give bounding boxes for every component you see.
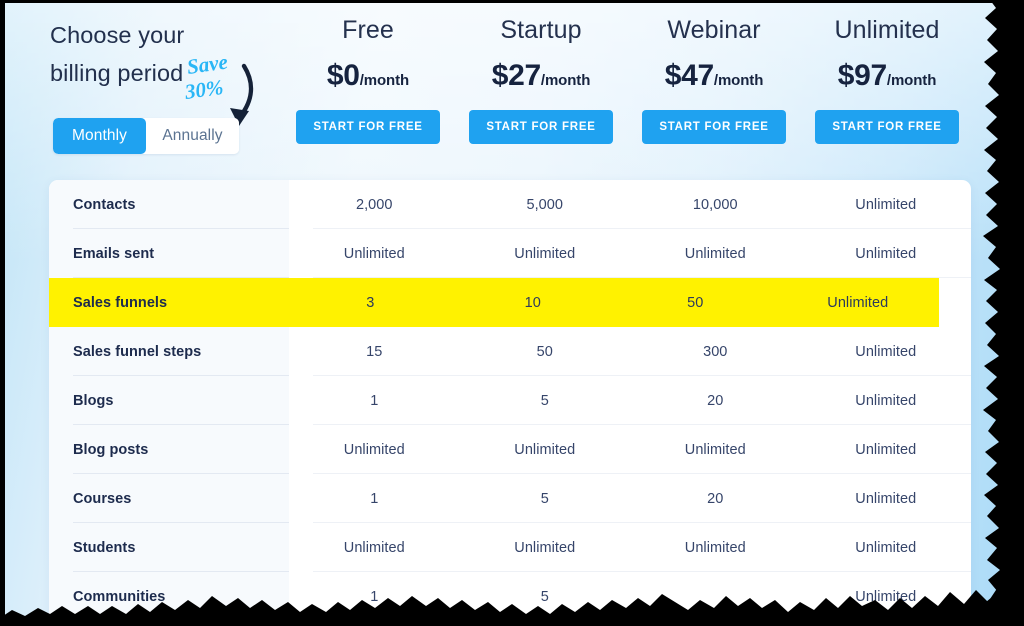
- feature-value-webinar: 300: [703, 343, 728, 360]
- feature-label: Blog posts: [73, 441, 149, 458]
- plan-name: Startup: [500, 16, 582, 44]
- feature-label: Communities: [73, 588, 166, 605]
- feature-value-unlimited: Unlimited: [855, 588, 917, 605]
- table-row: Blogs 1 5 20 Unlimited: [49, 376, 971, 425]
- feature-value-webinar: 20: [707, 392, 724, 409]
- page-title: Choose your billing period: [50, 16, 280, 92]
- table-row: Emails sent Unlimited Unlimited Unlimite…: [49, 229, 971, 278]
- feature-value-free: 1: [370, 588, 379, 605]
- pricing-header: Choose your billing period Save 30% Mont…: [4, 0, 1018, 180]
- table-row: Sales funnel steps 15 50 300 Unlimited: [49, 327, 971, 376]
- feature-label: Courses: [73, 490, 132, 507]
- feature-value-startup: Unlimited: [514, 441, 576, 458]
- plan-column-free: Free $0/month START FOR FREE: [280, 0, 456, 144]
- feature-value-startup: 5,000: [526, 196, 564, 213]
- feature-label: Emails sent: [73, 245, 155, 262]
- feature-value-startup: 5: [540, 490, 549, 507]
- plan-price-period: /month: [359, 72, 410, 89]
- plan-column-unlimited: Unlimited $97/month START FOR FREE: [799, 0, 975, 144]
- plan-price-amount: $47: [664, 59, 714, 92]
- feature-value-startup: 10: [524, 294, 541, 311]
- feature-value-webinar: 10,000: [692, 196, 738, 213]
- feature-value-free: Unlimited: [343, 539, 405, 556]
- feature-value-unlimited: Unlimited: [855, 392, 917, 409]
- page-title-line2: billing period: [50, 60, 184, 86]
- start-for-free-button[interactable]: START FOR FREE: [642, 110, 786, 144]
- feature-value-webinar: Unlimited: [684, 441, 746, 458]
- feature-value-unlimited: Unlimited: [855, 196, 917, 213]
- feature-value-startup: 50: [536, 343, 553, 360]
- toggle-option-annually[interactable]: Annually: [146, 118, 239, 154]
- feature-value-free: 2,000: [355, 196, 393, 213]
- plan-price: $47/month: [626, 59, 802, 93]
- feature-value-unlimited: Unlimited: [855, 490, 917, 507]
- plan-name: Webinar: [667, 16, 761, 44]
- plan-price-amount: $97: [837, 59, 887, 92]
- page-title-line1: Choose your: [50, 22, 185, 48]
- feature-value-free: Unlimited: [343, 245, 405, 262]
- table-row: Students Unlimited Unlimited Unlimited U…: [49, 523, 971, 572]
- feature-value-webinar: Unlimited: [684, 539, 746, 556]
- table-row: Courses 1 5 20 Unlimited: [49, 474, 971, 523]
- feature-label: Students: [73, 539, 136, 556]
- feature-value-free: 1: [370, 490, 379, 507]
- feature-value-free: 15: [366, 343, 383, 360]
- feature-label: Sales funnel steps: [73, 343, 202, 360]
- plan-price-amount: $27: [491, 59, 541, 92]
- feature-comparison-table: Contacts 2,000 5,000 10,000 Unlimited Em…: [49, 180, 971, 626]
- plan-price-period: /month: [713, 72, 764, 89]
- feature-value-unlimited: Unlimited: [855, 539, 917, 556]
- feature-value-free: 3: [366, 294, 375, 311]
- plan-column-webinar: Webinar $47/month START FOR FREE: [626, 0, 802, 144]
- toggle-option-monthly[interactable]: Monthly: [53, 118, 146, 154]
- feature-value-startup: Unlimited: [514, 245, 576, 262]
- feature-value-startup: 5: [540, 392, 549, 409]
- feature-value-webinar: 50: [687, 294, 704, 311]
- start-for-free-button[interactable]: START FOR FREE: [296, 110, 440, 144]
- feature-value-startup: Unlimited: [514, 539, 576, 556]
- plan-price-period: /month: [540, 72, 591, 89]
- plan-price: $97/month: [799, 59, 975, 93]
- plan-price-period: /month: [886, 72, 937, 89]
- plan-name: Unlimited: [834, 16, 940, 44]
- table-row: Blog posts Unlimited Unlimited Unlimited…: [49, 425, 971, 474]
- feature-value-free: 1: [370, 392, 379, 409]
- plan-column-startup: Startup $27/month START FOR FREE: [453, 0, 629, 144]
- plan-price: $0/month: [280, 59, 456, 93]
- table-row: Communities 1 5 Unlimited: [49, 572, 971, 621]
- feature-value-webinar: Unlimited: [684, 245, 746, 262]
- feature-value-free: Unlimited: [343, 441, 405, 458]
- feature-value-startup: 5: [540, 588, 549, 605]
- plan-name: Free: [342, 16, 394, 44]
- plan-price: $27/month: [453, 59, 629, 93]
- feature-label: Contacts: [73, 196, 136, 213]
- feature-value-webinar: 20: [707, 490, 724, 507]
- feature-label: Sales funnels: [73, 294, 168, 311]
- table-row-highlighted: Sales funnels 3 10 50 Unlimited: [49, 278, 939, 327]
- feature-value-unlimited: Unlimited: [855, 441, 917, 458]
- start-for-free-button[interactable]: START FOR FREE: [469, 110, 613, 144]
- plan-price-amount: $0: [326, 59, 360, 92]
- feature-value-unlimited: Unlimited: [827, 294, 889, 311]
- feature-label: Blogs: [73, 392, 114, 409]
- feature-value-unlimited: Unlimited: [855, 343, 917, 360]
- billing-period-toggle[interactable]: Monthly Annually: [53, 118, 239, 154]
- start-for-free-button[interactable]: START FOR FREE: [815, 110, 959, 144]
- feature-value-unlimited: Unlimited: [855, 245, 917, 262]
- pricing-page: Choose your billing period Save 30% Mont…: [4, 0, 1018, 626]
- table-row: Contacts 2,000 5,000 10,000 Unlimited: [49, 180, 971, 229]
